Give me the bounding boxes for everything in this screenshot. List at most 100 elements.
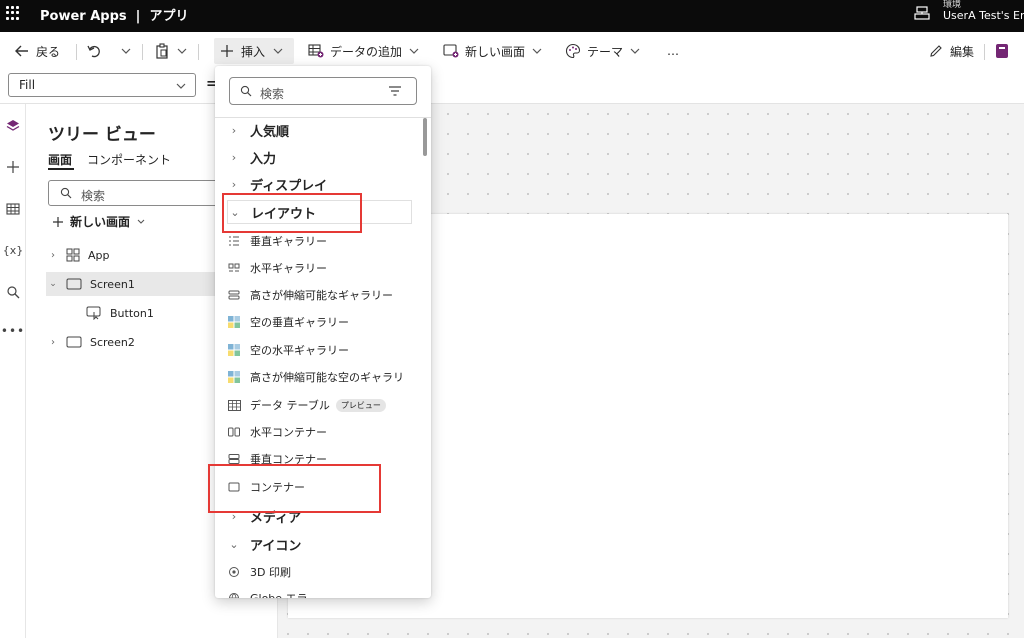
insert-dropdown-pane: 検索 › 人気順 › 入力 › ディスプレイ ⌄ レイアウト 垂直ギャラリー 水… <box>215 66 431 598</box>
item-label: 水平コンテナー <box>250 426 327 439</box>
paste-dropdown[interactable] <box>176 40 188 62</box>
item-data-table[interactable]: データ テーブル プレビュー <box>227 393 412 417</box>
item-3d-print[interactable]: 3D 印刷 <box>227 560 412 584</box>
horizontal-gallery-icon <box>227 262 241 274</box>
item-label: 高さが伸縮可能なギャラリー <box>250 289 393 302</box>
item-label: 空の水平ギャラリー <box>250 344 349 357</box>
blank-gallery-icon <box>227 344 241 356</box>
tab-components[interactable]: コンポーネント <box>87 151 171 168</box>
item-blank-horizontal-gallery[interactable]: 空の水平ギャラリー <box>227 338 412 362</box>
category-label: 人気順 <box>250 124 290 140</box>
item-globe-error[interactable]: Globe エラ <box>227 586 412 598</box>
paste-button[interactable] <box>154 40 170 62</box>
chevron-down-icon <box>177 48 187 54</box>
new-screen-label: 新しい画面 <box>465 44 526 59</box>
tree-item-label: Screen1 <box>90 277 135 291</box>
undo-dropdown[interactable] <box>120 40 132 62</box>
new-screen-button[interactable]: 新しい画面 <box>443 40 543 62</box>
left-rail: {x} ••• <box>0 104 26 638</box>
item-horizontal-gallery[interactable]: 水平ギャラリー <box>227 256 412 280</box>
item-blank-vertical-gallery[interactable]: 空の垂直ギャラリー <box>227 310 412 334</box>
item-label: 高さが伸縮可能な空のギャラリ <box>250 371 404 384</box>
app-details-button[interactable] <box>994 40 1010 62</box>
chevron-down-icon <box>121 48 131 54</box>
app-icon <box>66 248 80 262</box>
tree-item-label: App <box>88 248 110 262</box>
chevron-right-icon: › <box>51 336 55 348</box>
item-flexible-height-gallery[interactable]: 高さが伸縮可能なギャラリー <box>227 283 412 307</box>
screen-icon <box>66 278 82 290</box>
active-tab-indicator <box>48 168 74 170</box>
insert-rail-icon[interactable] <box>5 159 21 175</box>
chevron-down-icon <box>409 48 419 54</box>
scrollbar-thumb[interactable] <box>423 118 427 156</box>
item-label: Globe エラ <box>250 590 308 598</box>
chevron-right-icon: › <box>231 123 237 137</box>
search-icon <box>240 85 252 97</box>
tree-view-title: ツリー ビュー <box>48 125 156 145</box>
more-button[interactable]: … <box>667 40 679 62</box>
edit-button[interactable]: 編集 <box>928 40 974 62</box>
back-button[interactable]: 戻る <box>14 40 60 62</box>
more-icon[interactable]: ••• <box>1 323 24 339</box>
command-bar: 戻る 挿入 データの追加 新しい画面 テーマ … 編集 <box>0 32 1024 68</box>
tab-screens[interactable]: 画面 <box>48 151 72 168</box>
blank-gallery-icon <box>227 371 241 383</box>
tree-search-input[interactable]: 検索 <box>48 180 222 206</box>
add-data-label: データの追加 <box>330 44 403 59</box>
app-title: Power Apps | アプリ <box>40 9 189 24</box>
filter-icon[interactable] <box>388 86 402 96</box>
highlight-container-item <box>208 464 381 513</box>
search-icon[interactable] <box>5 284 21 300</box>
tree-new-screen-label: 新しい画面 <box>70 215 131 229</box>
insert-search-placeholder: 検索 <box>260 87 285 101</box>
tree-view-icon[interactable] <box>5 118 21 134</box>
item-label: 3D 印刷 <box>250 566 291 579</box>
environment-name[interactable]: UserA Test's En <box>943 9 1024 22</box>
insert-label: 挿入 <box>241 44 266 59</box>
item-blank-flexible-gallery[interactable]: 高さが伸縮可能な空のギャラリ <box>227 365 412 389</box>
item-label: データ テーブル <box>250 399 330 412</box>
chevron-right-icon: › <box>231 150 237 164</box>
variables-icon[interactable]: {x} <box>3 242 24 258</box>
category-label: アイコン <box>250 538 302 554</box>
category-input[interactable]: › 入力 <box>227 145 412 169</box>
add-data-button[interactable]: データの追加 <box>308 40 420 62</box>
tree-new-screen-button[interactable]: 新しい画面 <box>52 213 146 230</box>
app-detail-icon <box>996 44 1008 58</box>
search-icon <box>60 187 72 199</box>
insert-search-input[interactable]: 検索 <box>229 77 417 105</box>
undo-icon <box>87 45 100 58</box>
chevron-down-icon <box>273 48 283 54</box>
back-label: 戻る <box>36 44 61 59</box>
item-label: 垂直ギャラリー <box>250 235 327 248</box>
chevron-down-icon <box>630 48 640 54</box>
insert-button[interactable]: 挿入 <box>214 38 294 64</box>
blank-gallery-icon <box>227 316 241 328</box>
item-label: 空の垂直ギャラリー <box>250 316 349 329</box>
chevron-down-icon <box>176 83 186 89</box>
category-icons[interactable]: ⌄ アイコン <box>227 532 412 556</box>
formula-bar: Fill = <box>0 68 1024 104</box>
app-launcher-icon[interactable] <box>6 6 20 20</box>
tree-item-label: Screen2 <box>90 335 135 349</box>
globe-icon <box>227 592 241 598</box>
pencil-icon <box>930 45 942 57</box>
chevron-down-icon <box>137 219 145 224</box>
3d-print-icon <box>227 566 241 578</box>
undo-button[interactable] <box>86 40 102 62</box>
preview-badge: プレビュー <box>335 398 386 412</box>
item-horizontal-container[interactable]: 水平コンテナー <box>227 420 412 444</box>
theme-button[interactable]: テーマ <box>565 40 641 62</box>
plus-icon <box>221 45 233 57</box>
tree-item-label: Button1 <box>110 306 154 320</box>
more-label: … <box>667 44 679 58</box>
edit-label: 編集 <box>950 44 975 59</box>
category-label: ディスプレイ <box>250 178 328 194</box>
data-icon[interactable] <box>5 201 21 217</box>
back-arrow-icon <box>15 45 28 57</box>
property-value: Fill <box>19 78 36 92</box>
property-selector[interactable]: Fill <box>8 73 196 97</box>
table-add-icon <box>308 44 324 58</box>
category-popular[interactable]: › 人気順 <box>227 118 412 142</box>
